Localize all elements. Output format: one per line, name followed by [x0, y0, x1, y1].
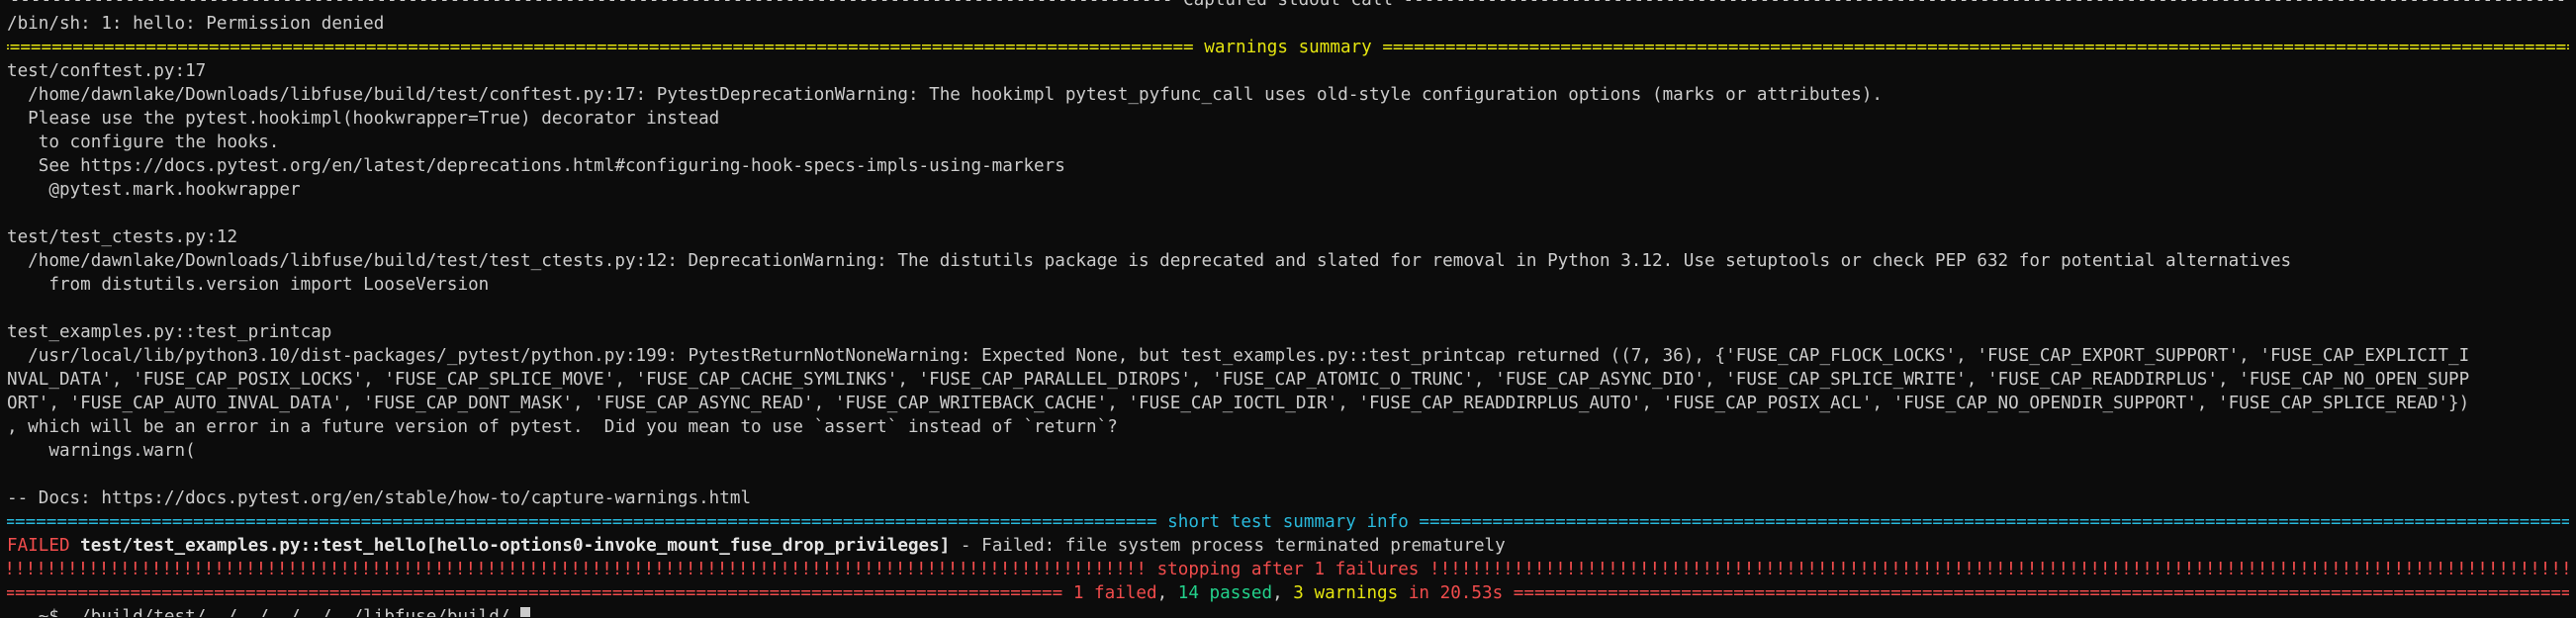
terminal-window[interactable]: ----------------------------------------…: [0, 0, 2576, 618]
separator-fill-right: !!!!!!!!!!!!!!!!!!!!!!!!!!!!!!!!!!!!!!!!…: [1429, 560, 2569, 579]
warning-line: /home/dawnlake/Downloads/libfuse/build/t…: [7, 251, 2292, 271]
failed-test-id: test/test_examples.py::test_hello[hello-…: [69, 536, 951, 556]
warning-line: /home/dawnlake/Downloads/libfuse/build/t…: [7, 85, 1884, 105]
captured-stdout-separator: ----------------------------------------…: [7, 0, 2569, 12]
captured-stdout-header: Captured stdout call: [1172, 0, 1404, 10]
result-summary: 1 failed, 14 passed, 3 warnings in 20.53…: [1062, 581, 1514, 605]
separator-fill-left: ========================================…: [7, 38, 1194, 57]
separator-fill-left: ========================================…: [7, 512, 1157, 532]
result-separator: ,: [1156, 583, 1178, 603]
warning-line: Please use the pytest.hookimpl(hookwrapp…: [7, 109, 720, 129]
result-passed-count: 14 passed: [1177, 583, 1273, 603]
result-failed-count: 1 failed: [1072, 583, 1157, 603]
warning-line: , which will be an error in a future ver…: [7, 417, 1118, 437]
permission-denied-line: /bin/sh: 1: hello: Permission denied: [7, 14, 385, 34]
short-summary-header: short test summary info: [1156, 512, 1420, 532]
prompt-text: ~$ ./build/test/../../../../../libfuse/b…: [7, 607, 521, 617]
separator-fill-right: ----------------------------------------…: [1403, 0, 2569, 10]
short-summary-separator: ========================================…: [7, 510, 2569, 534]
separator-fill-right: ========================================…: [1382, 38, 2569, 57]
text-cursor: [520, 607, 531, 617]
stopping-message: stopping after 1 failures: [1147, 560, 1429, 579]
warning-block-title: test/test_ctests.py:12: [7, 227, 238, 247]
warning-line: to configure the hooks.: [7, 132, 280, 152]
separator-fill-right: ========================================…: [1513, 583, 2569, 603]
separator-fill-right: ========================================…: [1419, 512, 2569, 532]
result-separator: ,: [1272, 583, 1294, 603]
failed-test-line: FAILED test/test_examples.py::test_hello…: [7, 534, 2576, 558]
warning-line: NVAL_DATA', 'FUSE_CAP_POSIX_LOCKS', 'FUS…: [7, 370, 2470, 390]
warning-line: ORT', 'FUSE_CAP_AUTO_INVAL_DATA', 'FUSE_…: [7, 394, 2470, 413]
shell-prompt-line[interactable]: ~$ ./build/test/../../../../../libfuse/b…: [7, 605, 2576, 617]
warning-block-title: test_examples.py::test_printcap: [7, 322, 332, 342]
separator-fill-left: ----------------------------------------…: [7, 0, 1173, 10]
warning-line: /usr/local/lib/python3.10/dist-packages/…: [7, 346, 2470, 366]
docs-link-line[interactable]: -- Docs: https://docs.pytest.org/en/stab…: [7, 486, 2576, 510]
stopping-separator: !!!!!!!!!!!!!!!!!!!!!!!!!!!!!!!!!!!!!!!!…: [7, 558, 2569, 581]
warnings-summary-header: warnings summary: [1193, 38, 1383, 57]
warning-line: @pytest.mark.hookwrapper: [7, 180, 301, 200]
warning-line: See https://docs.pytest.org/en/latest/de…: [7, 156, 1065, 176]
separator-fill-left: !!!!!!!!!!!!!!!!!!!!!!!!!!!!!!!!!!!!!!!!…: [7, 560, 1147, 579]
failed-label: FAILED: [7, 536, 70, 556]
warning-block-title: test/conftest.py:17: [7, 61, 207, 81]
warning-line: warnings.warn(: [7, 441, 196, 461]
result-duration: in 20.53s: [1398, 583, 1504, 603]
warnings-summary-separator: ========================================…: [7, 36, 2569, 59]
warning-line: from distutils.version import LooseVersi…: [7, 275, 490, 295]
failed-reason: - Failed: file system process terminated…: [950, 536, 1506, 556]
separator-fill-left: ========================================…: [7, 583, 1063, 603]
result-summary-separator: ========================================…: [7, 581, 2569, 605]
result-warnings-count: 3 warnings: [1293, 583, 1399, 603]
